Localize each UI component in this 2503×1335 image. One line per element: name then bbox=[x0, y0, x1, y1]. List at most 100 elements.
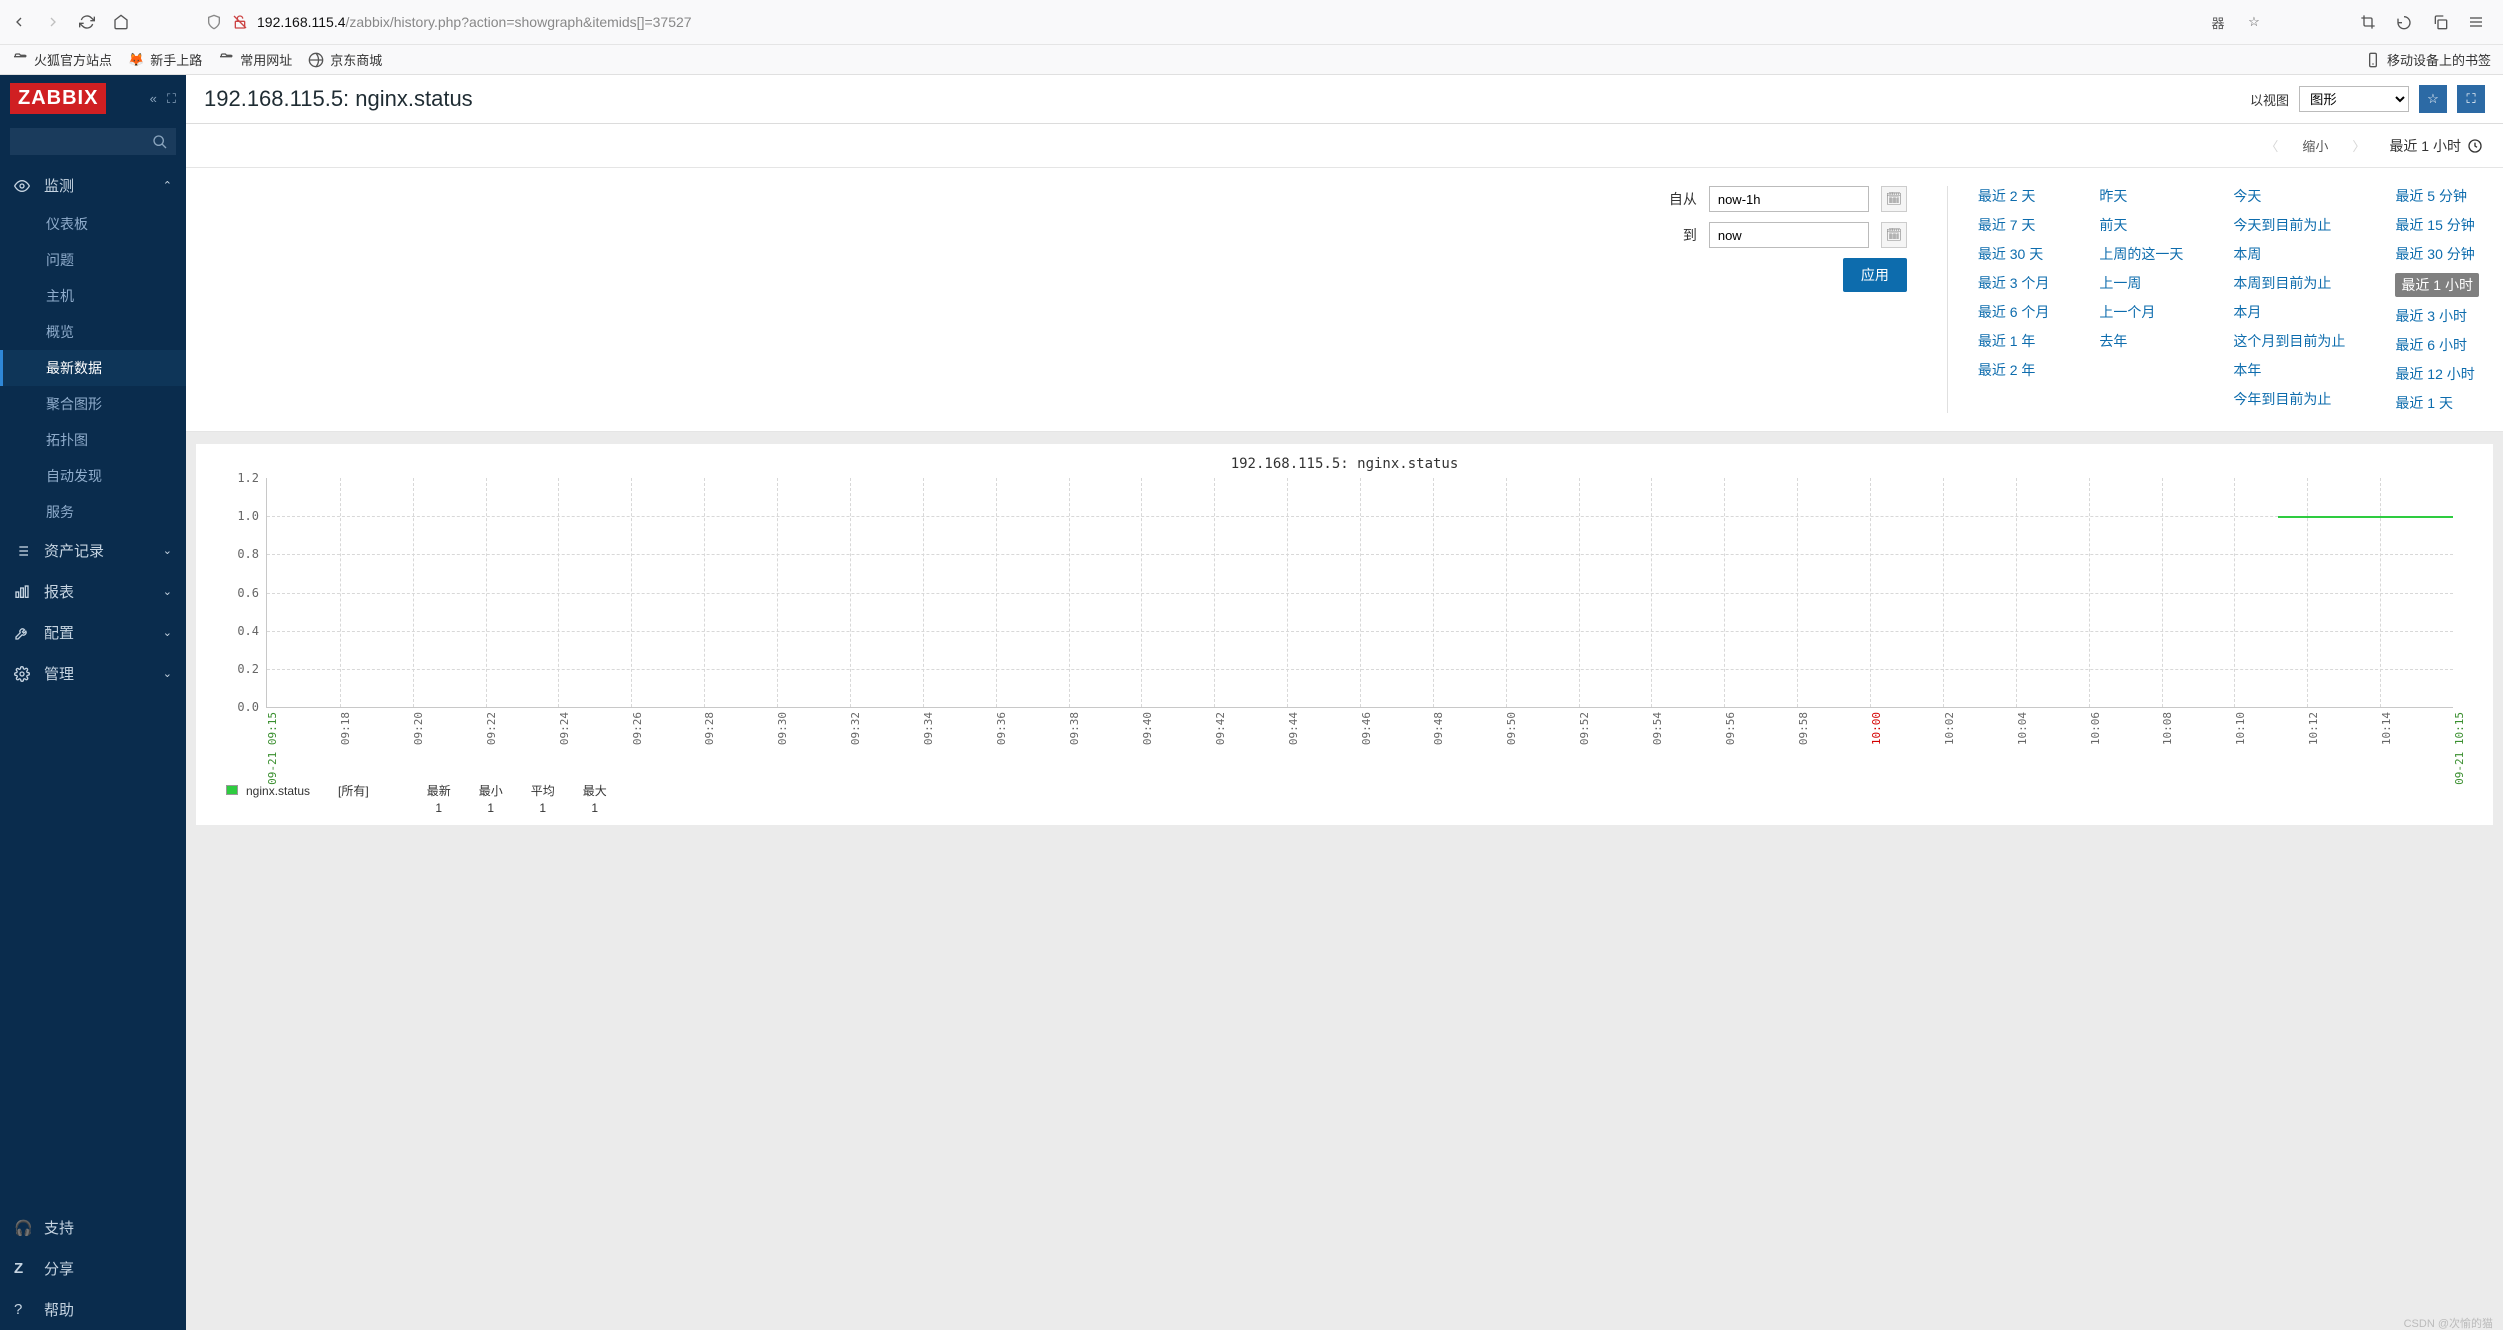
nav-hosts[interactable]: 主机 bbox=[0, 278, 186, 314]
fullscreen-button[interactable]: ⛶ bbox=[2457, 85, 2485, 113]
time-preset[interactable]: 本年 bbox=[2233, 360, 2345, 380]
legend-stat-value: 1 bbox=[487, 801, 494, 815]
time-prev-button[interactable]: 〈 bbox=[2255, 132, 2288, 159]
nav-problems[interactable]: 问题 bbox=[0, 242, 186, 278]
nav-configuration[interactable]: 配置 ⌄ bbox=[0, 612, 186, 653]
undo-icon[interactable] bbox=[2395, 13, 2413, 31]
zoom-out-button[interactable]: 缩小 bbox=[2302, 136, 2328, 155]
nav-discovery[interactable]: 自动发现 bbox=[0, 458, 186, 494]
bookmark-item[interactable]: 京东商城 bbox=[308, 50, 382, 69]
z-icon: Z bbox=[14, 1260, 32, 1277]
legend-stat-label: 平均 bbox=[531, 782, 555, 799]
time-preset[interactable]: 最近 12 小时 bbox=[2395, 364, 2479, 384]
collapse-icon[interactable]: « bbox=[150, 91, 157, 106]
bookmark-item[interactable]: 常用网址 bbox=[218, 50, 292, 69]
time-preset[interactable]: 最近 6 个月 bbox=[1978, 302, 2050, 322]
clock-icon bbox=[2467, 138, 2483, 154]
x-tick: 09:56 bbox=[1724, 712, 1737, 745]
y-tick: 1.0 bbox=[237, 509, 259, 523]
search-icon[interactable] bbox=[152, 134, 168, 153]
time-preset[interactable]: 上一周 bbox=[2099, 273, 2183, 293]
time-preset[interactable]: 最近 1 小时 bbox=[2395, 273, 2479, 297]
time-preset[interactable]: 今天 bbox=[2233, 186, 2345, 206]
time-preset[interactable]: 最近 30 天 bbox=[1978, 244, 2050, 264]
nav-screens[interactable]: 聚合图形 bbox=[0, 386, 186, 422]
mobile-bookmarks[interactable]: 移动设备上的书签 bbox=[2365, 50, 2491, 69]
time-preset[interactable]: 最近 15 分钟 bbox=[2395, 215, 2479, 235]
x-tick: 10:12 bbox=[2307, 712, 2320, 745]
calendar-to-icon[interactable]: 🗓 bbox=[1881, 222, 1907, 248]
nav-share[interactable]: Z分享 bbox=[0, 1248, 186, 1289]
nav-services[interactable]: 服务 bbox=[0, 494, 186, 530]
nav-maps[interactable]: 拓扑图 bbox=[0, 422, 186, 458]
time-preset[interactable]: 本月 bbox=[2233, 302, 2345, 322]
from-input[interactable] bbox=[1709, 186, 1869, 212]
time-preset[interactable]: 最近 1 年 bbox=[1978, 331, 2050, 351]
expand-icon[interactable]: ⛶ bbox=[167, 91, 176, 107]
page-title: 192.168.115.5: nginx.status bbox=[204, 86, 473, 112]
time-preset[interactable]: 上周的这一天 bbox=[2099, 244, 2183, 264]
bookmark-item[interactable]: 火狐官方站点 bbox=[12, 50, 112, 69]
time-next-button[interactable]: 〉 bbox=[2342, 132, 2375, 159]
sidebar: ZABBIX « ⛶ 监测 ⌃ 仪表板 问题 主机 概览 最新数据 聚合图形 拓… bbox=[0, 75, 186, 1330]
x-tick: 09:40 bbox=[1141, 712, 1154, 745]
time-preset[interactable]: 本周到目前为止 bbox=[2233, 273, 2345, 293]
time-preset[interactable]: 最近 2 年 bbox=[1978, 360, 2050, 380]
legend-swatch bbox=[226, 785, 238, 795]
time-preset[interactable]: 今年到目前为止 bbox=[2233, 389, 2345, 409]
time-preset[interactable]: 本周 bbox=[2233, 244, 2345, 264]
time-preset[interactable]: 最近 30 分钟 bbox=[2395, 244, 2479, 264]
bookmark-star-icon[interactable]: ☆ bbox=[2245, 13, 2263, 31]
x-tick: 10:10 bbox=[2234, 712, 2247, 745]
nav-reports[interactable]: 报表 ⌄ bbox=[0, 571, 186, 612]
legend-stat-label: 最新 bbox=[427, 782, 451, 799]
nav-support[interactable]: 🎧支持 bbox=[0, 1207, 186, 1248]
sidebar-search[interactable] bbox=[10, 128, 176, 155]
to-input[interactable] bbox=[1709, 222, 1869, 248]
time-range-label[interactable]: 最近 1 小时 bbox=[2389, 136, 2483, 156]
copy-icon[interactable] bbox=[2431, 13, 2449, 31]
time-preset[interactable]: 前天 bbox=[2099, 215, 2183, 235]
x-tick: 09:38 bbox=[1068, 712, 1081, 745]
nav-administration[interactable]: 管理 ⌄ bbox=[0, 653, 186, 694]
address-bar[interactable]: 192.168.115.4/zabbix/history.php?action=… bbox=[195, 9, 2144, 35]
hamburger-menu-icon[interactable] bbox=[2467, 13, 2485, 31]
time-preset[interactable]: 昨天 bbox=[2099, 186, 2183, 206]
time-preset[interactable]: 上一个月 bbox=[2099, 302, 2183, 322]
apply-button[interactable]: 应用 bbox=[1843, 258, 1907, 292]
x-tick: 09:30 bbox=[776, 712, 789, 745]
favorite-button[interactable]: ☆ bbox=[2419, 85, 2447, 113]
time-preset[interactable]: 最近 7 天 bbox=[1978, 215, 2050, 235]
home-button[interactable] bbox=[112, 13, 130, 31]
nav-dashboard[interactable]: 仪表板 bbox=[0, 206, 186, 242]
crop-icon[interactable] bbox=[2359, 13, 2377, 31]
bar-chart-icon bbox=[14, 584, 32, 600]
view-as-select[interactable]: 图形 bbox=[2299, 86, 2409, 112]
bookmark-item[interactable]: 🦊新手上路 bbox=[128, 50, 202, 69]
time-preset[interactable]: 去年 bbox=[2099, 331, 2183, 351]
x-tick: 10:14 bbox=[2380, 712, 2393, 745]
shield-icon bbox=[205, 13, 223, 31]
qr-icon[interactable]: 器 bbox=[2209, 13, 2227, 31]
time-preset[interactable]: 最近 5 分钟 bbox=[2395, 186, 2479, 206]
nav-inventory[interactable]: 资产记录 ⌄ bbox=[0, 530, 186, 571]
calendar-from-icon[interactable]: 🗓 bbox=[1881, 186, 1907, 212]
time-preset[interactable]: 最近 6 小时 bbox=[2395, 335, 2479, 355]
y-tick: 1.2 bbox=[237, 471, 259, 485]
x-tick: 10:04 bbox=[2016, 712, 2029, 745]
x-tick: 09:54 bbox=[1651, 712, 1664, 745]
nav-help[interactable]: ?帮助 bbox=[0, 1289, 186, 1330]
reload-button[interactable] bbox=[78, 13, 96, 31]
nav-monitoring[interactable]: 监测 ⌃ bbox=[0, 165, 186, 206]
nav-overview[interactable]: 概览 bbox=[0, 314, 186, 350]
time-preset[interactable]: 最近 3 小时 bbox=[2395, 306, 2479, 326]
time-preset[interactable]: 最近 2 天 bbox=[1978, 186, 2050, 206]
nav-latest-data[interactable]: 最新数据 bbox=[0, 350, 186, 386]
back-button[interactable] bbox=[10, 13, 28, 31]
time-preset[interactable]: 最近 3 个月 bbox=[1978, 273, 2050, 293]
time-preset[interactable]: 最近 1 天 bbox=[2395, 393, 2479, 413]
time-preset[interactable]: 这个月到目前为止 bbox=[2233, 331, 2345, 351]
time-preset[interactable]: 今天到目前为止 bbox=[2233, 215, 2345, 235]
forward-button[interactable] bbox=[44, 13, 62, 31]
zabbix-logo[interactable]: ZABBIX bbox=[10, 83, 106, 114]
